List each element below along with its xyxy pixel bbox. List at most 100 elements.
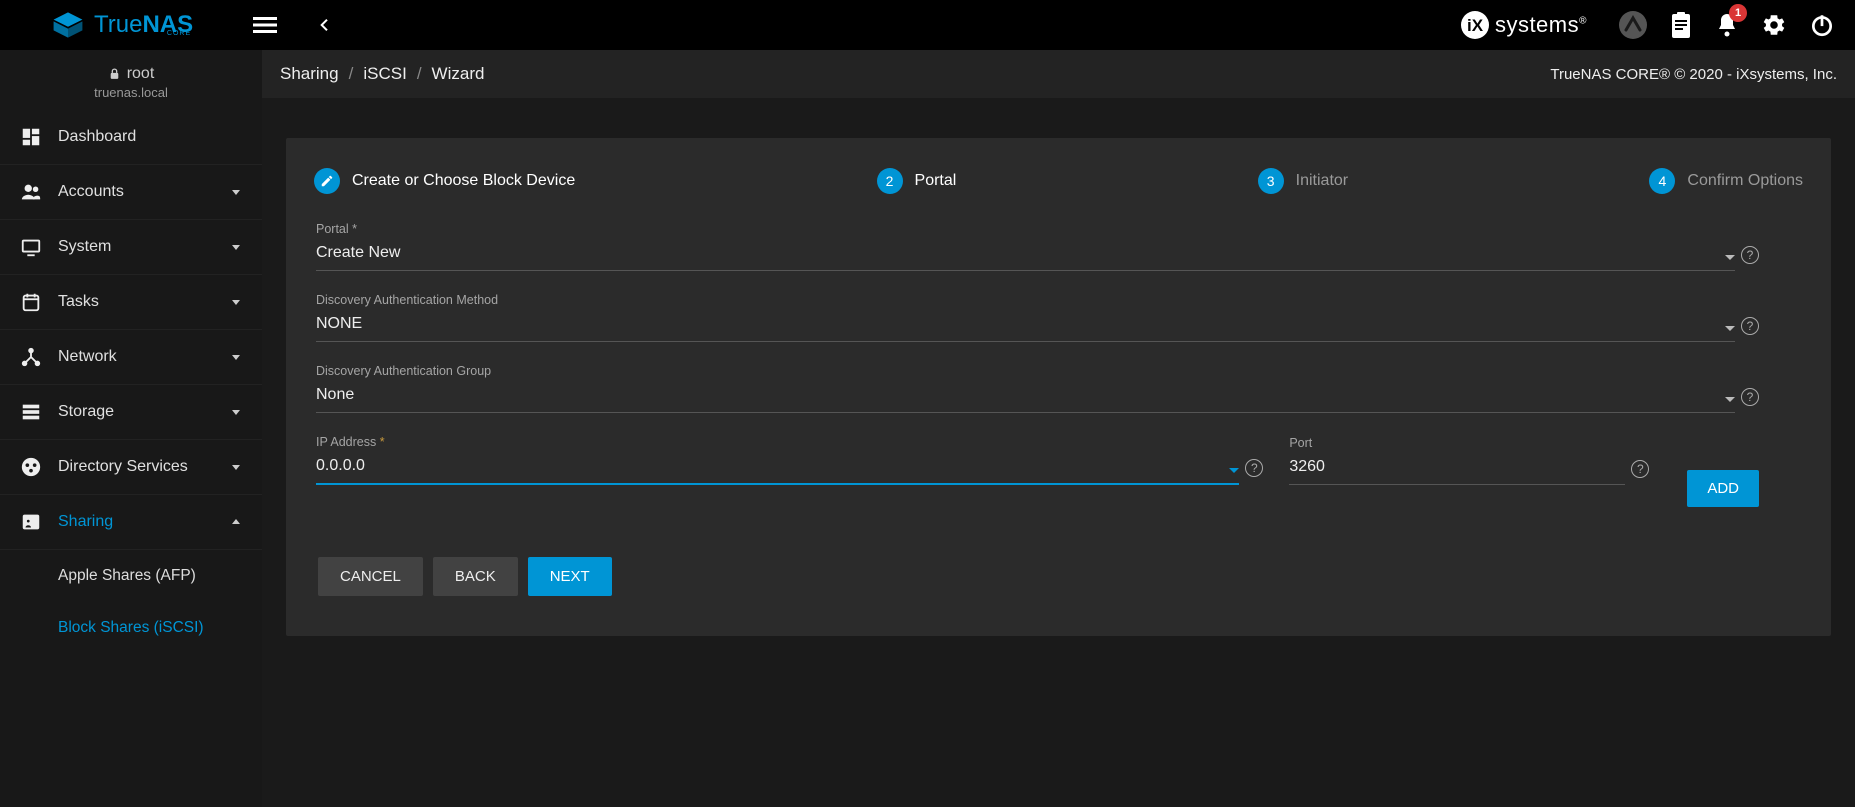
sidebar-item-label: Storage	[58, 403, 230, 421]
field-ip-address: IP Address * 0.0.0.0 ?	[316, 435, 1263, 485]
next-button[interactable]: NEXT	[528, 557, 612, 596]
topbar: TrueNASCORE iX systems® 1	[0, 0, 1855, 50]
field-label: Port	[1289, 436, 1649, 450]
sidebar-item-system[interactable]: System	[0, 220, 262, 275]
sidebar-item-network[interactable]: Network	[0, 330, 262, 385]
directory-icon	[20, 456, 46, 478]
field-label: Discovery Authentication Group	[316, 364, 1759, 378]
sidebar-item-sharing[interactable]: Sharing	[0, 495, 262, 550]
sidebar-item-dashboard[interactable]: Dashboard	[0, 110, 262, 165]
chevron-down-icon	[230, 406, 242, 418]
breadcrumb-sharing[interactable]: Sharing	[280, 64, 339, 84]
wizard-card: Create or Choose Block Device 2 Portal 3…	[286, 138, 1831, 636]
dashboard-icon	[20, 126, 46, 148]
step-4[interactable]: 4 Confirm Options	[1649, 168, 1803, 194]
copyright-text: TrueNAS CORE® © 2020 - iXsystems, Inc.	[1550, 66, 1837, 83]
network-icon	[20, 346, 46, 368]
sidebar-item-tasks[interactable]: Tasks	[0, 275, 262, 330]
field-port: Port ?	[1289, 436, 1649, 485]
step-label: Create or Choose Block Device	[352, 172, 575, 190]
sidebar-item-label: Dashboard	[58, 128, 242, 146]
field-auth-group: Discovery Authentication Group None ?	[316, 364, 1759, 413]
vendor-logo[interactable]: iX systems®	[1461, 11, 1587, 39]
auth-method-select[interactable]: NONE	[316, 309, 1735, 342]
gear-icon[interactable]	[1761, 12, 1787, 38]
sidebar-item-storage[interactable]: Storage	[0, 385, 262, 440]
auth-group-select[interactable]: None	[316, 380, 1735, 413]
help-icon[interactable]: ?	[1741, 388, 1759, 406]
hamburger-icon[interactable]	[253, 13, 277, 37]
sharing-icon	[20, 511, 46, 533]
field-label: Portal *	[316, 222, 1759, 236]
status-icon[interactable]	[1619, 11, 1647, 39]
add-button[interactable]: ADD	[1687, 470, 1759, 507]
sidebar-item-label: Network	[58, 348, 230, 366]
back-button[interactable]: BACK	[433, 557, 518, 596]
step-label: Portal	[915, 172, 957, 190]
step-label: Confirm Options	[1687, 172, 1803, 190]
main-content: Sharing / iSCSI / Wizard TrueNAS CORE® ©…	[262, 50, 1855, 807]
wizard-actions: CANCEL BACK NEXT	[286, 507, 1831, 596]
chevron-down-icon	[230, 351, 242, 363]
chevron-down-icon	[230, 241, 242, 253]
sidebar-item-label: Accounts	[58, 183, 230, 201]
cancel-button[interactable]: CANCEL	[318, 557, 423, 596]
chevron-down-icon	[1725, 255, 1735, 260]
field-label: Discovery Authentication Method	[316, 293, 1759, 307]
step-number: 2	[877, 168, 903, 194]
sidebar-item-directory-services[interactable]: Directory Services	[0, 440, 262, 495]
field-portal: Portal * Create New ?	[316, 222, 1759, 271]
step-number: 3	[1258, 168, 1284, 194]
step-label: Initiator	[1296, 172, 1348, 190]
step-1[interactable]: Create or Choose Block Device	[314, 168, 575, 194]
breadcrumb-wizard[interactable]: Wizard	[432, 64, 485, 84]
sidebar-item-label: Sharing	[58, 513, 230, 531]
sidebar-item-accounts[interactable]: Accounts	[0, 165, 262, 220]
sidebar-sub-apple-shares[interactable]: Apple Shares (AFP)	[0, 550, 262, 602]
breadcrumb-iscsi[interactable]: iSCSI	[363, 64, 406, 84]
stepper: Create or Choose Block Device 2 Portal 3…	[286, 168, 1831, 214]
chevron-left-icon[interactable]	[317, 17, 333, 33]
system-icon	[20, 236, 46, 258]
sidebar: root truenas.local Dashboard Accounts Sy…	[0, 50, 262, 807]
help-icon[interactable]: ?	[1741, 317, 1759, 335]
step-2[interactable]: 2 Portal	[877, 168, 957, 194]
step-number: 4	[1649, 168, 1675, 194]
ip-address-select[interactable]: 0.0.0.0	[316, 451, 1239, 485]
help-icon[interactable]: ?	[1631, 460, 1649, 478]
chevron-down-icon	[230, 186, 242, 198]
help-icon[interactable]: ?	[1245, 459, 1263, 477]
user-block: root truenas.local	[0, 50, 262, 110]
svg-text:iX: iX	[1467, 16, 1484, 35]
accounts-icon	[20, 181, 46, 203]
storage-icon	[20, 401, 46, 423]
notifications-icon[interactable]: 1	[1715, 12, 1739, 38]
cube-icon	[50, 12, 86, 38]
chevron-down-icon	[1229, 468, 1239, 473]
edit-icon	[314, 168, 340, 194]
notification-badge: 1	[1729, 4, 1747, 22]
brand-logo[interactable]: TrueNASCORE	[50, 11, 193, 39]
chevron-down-icon	[230, 461, 242, 473]
chevron-up-icon	[230, 516, 242, 528]
chevron-down-icon	[1725, 326, 1735, 331]
username: root	[127, 65, 155, 83]
chevron-down-icon	[230, 296, 242, 308]
sidebar-item-label: System	[58, 238, 230, 256]
form-area: Portal * Create New ? Discovery Authenti…	[286, 214, 1831, 507]
sidebar-item-label: Tasks	[58, 293, 230, 311]
help-icon[interactable]: ?	[1741, 246, 1759, 264]
port-input[interactable]	[1289, 452, 1625, 485]
field-label: IP Address *	[316, 435, 1263, 449]
step-3[interactable]: 3 Initiator	[1258, 168, 1348, 194]
sidebar-sub-block-shares[interactable]: Block Shares (iSCSI)	[0, 602, 262, 654]
sidebar-sub-label: Apple Shares (AFP)	[58, 567, 196, 585]
power-icon[interactable]	[1809, 12, 1835, 38]
breadcrumb: Sharing / iSCSI / Wizard TrueNAS CORE® ©…	[262, 50, 1855, 98]
clipboard-icon[interactable]	[1669, 12, 1693, 38]
hostname: truenas.local	[0, 85, 262, 100]
tasks-icon	[20, 291, 46, 313]
field-auth-method: Discovery Authentication Method NONE ?	[316, 293, 1759, 342]
lock-icon	[108, 67, 121, 81]
portal-select[interactable]: Create New	[316, 238, 1735, 271]
